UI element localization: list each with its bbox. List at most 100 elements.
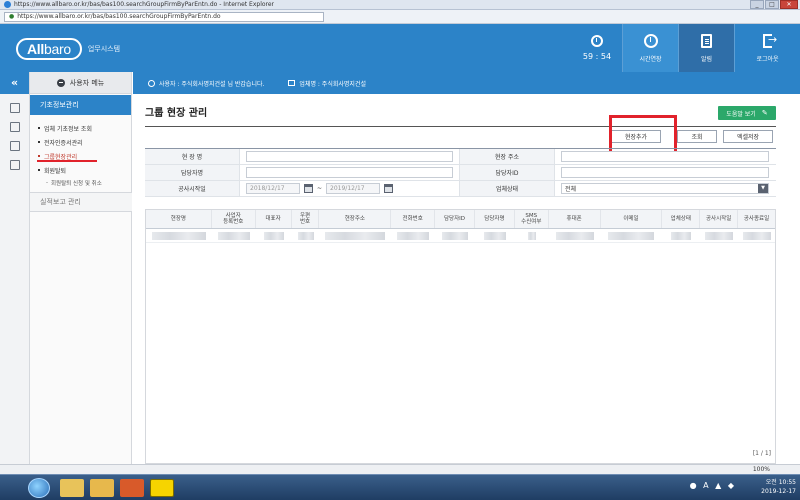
date-from-input[interactable]: 2018/12/17 (246, 183, 300, 194)
manager-id-cell (555, 165, 775, 180)
sidebar-menu-list: 업체 기초정보 조회 전자인증서관리 그룹현장관리 회원탈퇴 - 회원탈퇴 신청… (30, 115, 131, 189)
taskbar-chat-icon[interactable] (150, 479, 174, 497)
manager-name-input[interactable] (246, 167, 453, 178)
calendar-icon[interactable] (384, 184, 394, 193)
cell-blurred (391, 229, 435, 242)
bullet-icon (38, 155, 40, 157)
col-manager-name[interactable]: 담당자명 (475, 210, 515, 228)
taskbar-media-icon[interactable] (120, 479, 144, 497)
cell-blurred (549, 229, 601, 242)
col-phone[interactable]: 전화번호 (391, 210, 436, 228)
calendar-icon[interactable] (304, 184, 313, 193)
redacted-value (217, 231, 250, 240)
search-form: 현 장 명 현장 주소 담당자명 담당자ID 공사시작일 2018/12/17 … (145, 148, 776, 197)
col-end-date[interactable]: 공사종료일 (738, 210, 775, 228)
extend-time-label: 시간연장 (639, 55, 662, 63)
stopwatch-icon (591, 35, 603, 47)
cell-blurred (662, 229, 700, 242)
logo-subtitle: 업무시스템 (87, 45, 121, 53)
sidebar-item-certificate[interactable]: 전자인증서관리 (38, 135, 131, 149)
sidebar-title: 사용자 메뉴 (69, 78, 105, 87)
sidebar-item-company-info[interactable]: 업체 기초정보 조회 (38, 121, 131, 135)
sidebar-section-label: 실적보고 관리 (40, 198, 81, 206)
start-button[interactable] (28, 478, 50, 498)
cell-blurred (700, 229, 738, 242)
col-representative[interactable]: 대표자 (256, 210, 292, 228)
cell-blurred (212, 229, 256, 242)
chevron-down-icon: ▼ (758, 184, 768, 193)
col-zip[interactable]: 우편 번호 (292, 210, 320, 228)
extend-time-button[interactable]: 시간연장 (622, 24, 678, 72)
col-email[interactable]: 이메일 (601, 210, 663, 228)
system-clock[interactable]: 오전 10:55 2019-12-17 (761, 478, 796, 496)
col-status[interactable]: 업체상태 (662, 210, 701, 228)
logo-mark: All baro (16, 38, 82, 60)
notification-icon (701, 33, 712, 48)
maximize-button[interactable]: □ (765, 0, 779, 9)
business-name: 업체명 : 주식회사명지건설 (299, 80, 366, 88)
status-select[interactable]: 전체 ▼ (561, 183, 769, 194)
system-tray-icons[interactable]: ● A ▲ ◆ (690, 481, 736, 490)
site-name-input[interactable] (246, 151, 453, 162)
close-button[interactable]: ✕ (780, 0, 798, 9)
bullet-icon (38, 127, 40, 129)
col-site-address[interactable]: 현장주소 (319, 210, 392, 228)
site-address-label: 현장 주소 (460, 149, 555, 164)
user-greeting: 사용자 : 주식회사명지건설 님 반갑습니다. (159, 80, 265, 88)
manager-name-cell (240, 165, 460, 180)
excel-export-button[interactable]: 엑셀저장 (723, 130, 773, 143)
site-address-input[interactable] (561, 151, 769, 162)
taskbar-folder-icon[interactable] (90, 479, 114, 497)
certificate-icon[interactable] (9, 141, 20, 151)
user-icon[interactable] (9, 103, 20, 113)
col-mobile[interactable]: 휴대폰 (549, 210, 601, 228)
pen-icon: ✎ (761, 109, 768, 117)
sidebar-section-performance[interactable]: 실적보고 관리 (30, 192, 132, 212)
form-row: 공사시작일 2018/12/17 ~ 2019/12/17 업체상태 전체 ▼ (145, 181, 776, 197)
collapse-menu-icon[interactable]: « (0, 72, 29, 94)
url-field[interactable]: ● https://www.allbaro.or.kr/bas/bas100.s… (4, 11, 324, 22)
monitor-icon[interactable] (9, 122, 20, 132)
minimize-button[interactable]: _ (750, 0, 764, 9)
zoom-level[interactable]: 100% (753, 466, 770, 473)
url-text: https://www.allbaro.or.kr/bas/bas100.sea… (17, 13, 221, 20)
title-divider (145, 126, 776, 127)
col-sms[interactable]: SMS 수신여부 (515, 210, 549, 228)
sidebar-item-withdrawal[interactable]: 회원탈퇴 (38, 163, 131, 177)
table-row[interactable] (146, 229, 775, 243)
date-to-input[interactable]: 2019/12/17 (326, 183, 381, 194)
alarm-button[interactable]: 알림 (678, 24, 734, 72)
redacted-value (555, 231, 594, 240)
annotation-underline (37, 160, 97, 162)
site-address-cell (555, 149, 775, 164)
redacted-value (325, 231, 386, 240)
clock-time: 오전 10:55 (765, 479, 796, 486)
app-header: Allbaro 업무시스템 59 : 54 시간연장 알림 로그아웃 (0, 24, 800, 72)
cell-blurred (256, 229, 292, 242)
sidebar-section-label: 기초정보관리 (40, 101, 79, 109)
form-row: 현 장 명 현장 주소 (145, 149, 776, 165)
allbaro-logo[interactable]: All baro 업무시스템 (16, 38, 120, 60)
sidebar-header: 사용자 메뉴 (30, 72, 131, 94)
logout-button[interactable]: 로그아웃 (734, 24, 800, 72)
col-site-name[interactable]: 현장명 (146, 210, 212, 228)
grid-header: 현장명 사업자 등록번호 대표자 우편 번호 현장주소 전화번호 담당자ID 담… (146, 210, 775, 229)
cell-blurred (292, 229, 320, 242)
address-bar: ● https://www.allbaro.or.kr/bas/bas100.s… (0, 10, 800, 24)
browser-title: https://www.allbaro.or.kr/bas/bas100.sea… (14, 1, 275, 8)
search-button[interactable]: 조회 (677, 130, 717, 143)
timer-value: 59 : 54 (582, 52, 612, 61)
help-button[interactable]: 도움말 보기 ✎ (718, 106, 776, 120)
manager-id-input[interactable] (561, 167, 769, 178)
info-bar: 사용자 : 주식회사명지건설 님 반갑습니다. 업체명 : 주식회사명지건설 (133, 72, 800, 94)
sidebar-subitem-withdrawal-request[interactable]: - 회원탈퇴 신청 및 취소 (38, 177, 131, 189)
col-manager-id[interactable]: 담당자ID (435, 210, 475, 228)
col-start-date[interactable]: 공사시작일 (700, 210, 739, 228)
redacted-value (742, 231, 771, 240)
main-content: 그룹 현장 관리 도움말 보기 ✎ 현장추가 조회 엑셀저장 현 장 명 현장 … (133, 94, 800, 474)
taskbar-ie-icon[interactable] (60, 479, 84, 497)
status-label: 업체상태 (460, 181, 555, 196)
col-business-number[interactable]: 사업자 등록번호 (212, 210, 256, 228)
folder-icon[interactable] (9, 160, 20, 170)
sidebar-section-basic-info[interactable]: 기초정보관리 (30, 95, 131, 115)
